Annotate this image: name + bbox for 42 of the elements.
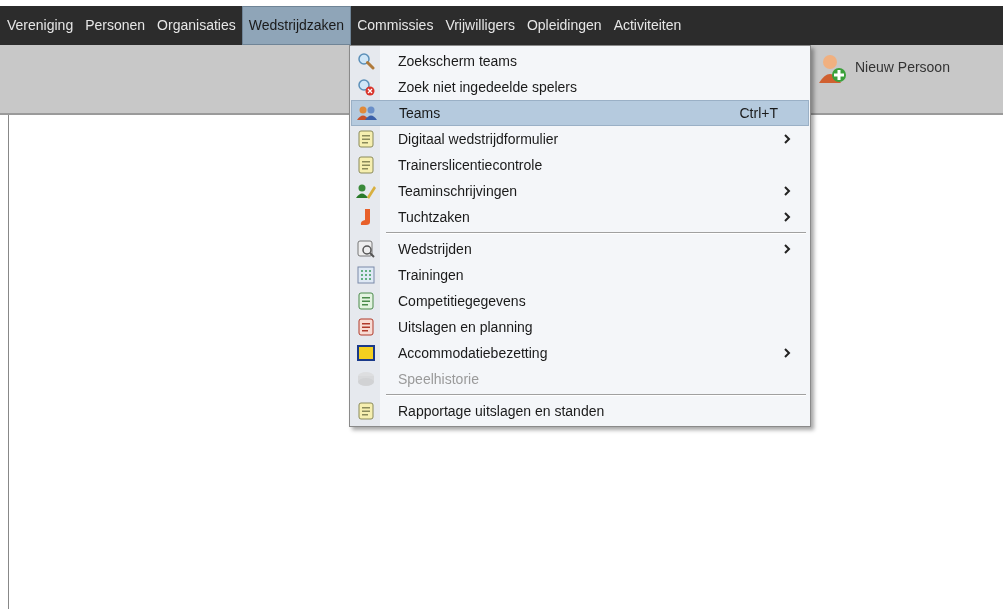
disk-icon <box>357 371 375 387</box>
chevron-right-icon <box>783 134 791 144</box>
menu-option[interactable]: Rapportage uitslagen en standen <box>351 398 809 424</box>
chevron-right-icon <box>783 186 791 196</box>
menu-item[interactable]: Commissies <box>351 6 440 45</box>
menu-item[interactable]: Organisaties <box>151 6 242 45</box>
document-icon <box>358 292 374 310</box>
menu-option[interactable]: Teams Ctrl+T <box>351 100 809 126</box>
menu-option[interactable]: Wedstrijden <box>351 236 809 262</box>
document-icon <box>358 130 374 148</box>
grid-icon <box>357 266 375 284</box>
menu-item[interactable]: Personen <box>79 6 152 45</box>
menu-option[interactable]: Trainerslicentiecontrole <box>351 152 809 178</box>
chevron-right-icon <box>783 212 791 222</box>
new-person-button[interactable]: Nieuw Persoon <box>817 53 1003 85</box>
menu-option[interactable]: Zoek niet ingedeelde spelers <box>351 74 809 100</box>
menu-option[interactable]: Digitaal wedstrijdformulier <box>351 126 809 152</box>
menu-item[interactable]: Wedstrijdzaken <box>241 6 352 45</box>
people-pencil-icon <box>356 183 376 199</box>
person-add-icon <box>817 53 847 85</box>
menu-option[interactable]: Uitslagen en planning <box>351 314 809 340</box>
document-icon <box>358 402 374 420</box>
menu-option[interactable]: Teaminschrijvingen <box>351 178 809 204</box>
chevron-right-icon <box>783 348 791 358</box>
search-remove-icon <box>357 78 375 96</box>
calendar-search-icon <box>357 240 375 258</box>
menu-item[interactable]: Opleidingen <box>520 6 608 45</box>
menu-item[interactable]: Vereniging <box>1 6 80 45</box>
document-icon <box>358 318 374 336</box>
menu-option[interactable]: Trainingen <box>351 262 809 288</box>
people-icon <box>357 105 377 121</box>
chevron-right-icon <box>783 244 791 254</box>
menu-option[interactable]: Tuchtzaken <box>351 204 809 230</box>
menu-item[interactable]: Vrijwilligers <box>439 6 521 45</box>
search-icon <box>357 52 375 70</box>
menu-item[interactable]: Activiteiten <box>607 6 688 45</box>
menu-option[interactable]: Zoekscherm teams <box>351 48 809 74</box>
menu-option[interactable]: Accommodatiebezetting <box>351 340 809 366</box>
menu-option[interactable]: Competitiegegevens <box>351 288 809 314</box>
boot-icon <box>359 208 373 226</box>
frame-icon <box>356 344 376 362</box>
document-icon <box>358 156 374 174</box>
